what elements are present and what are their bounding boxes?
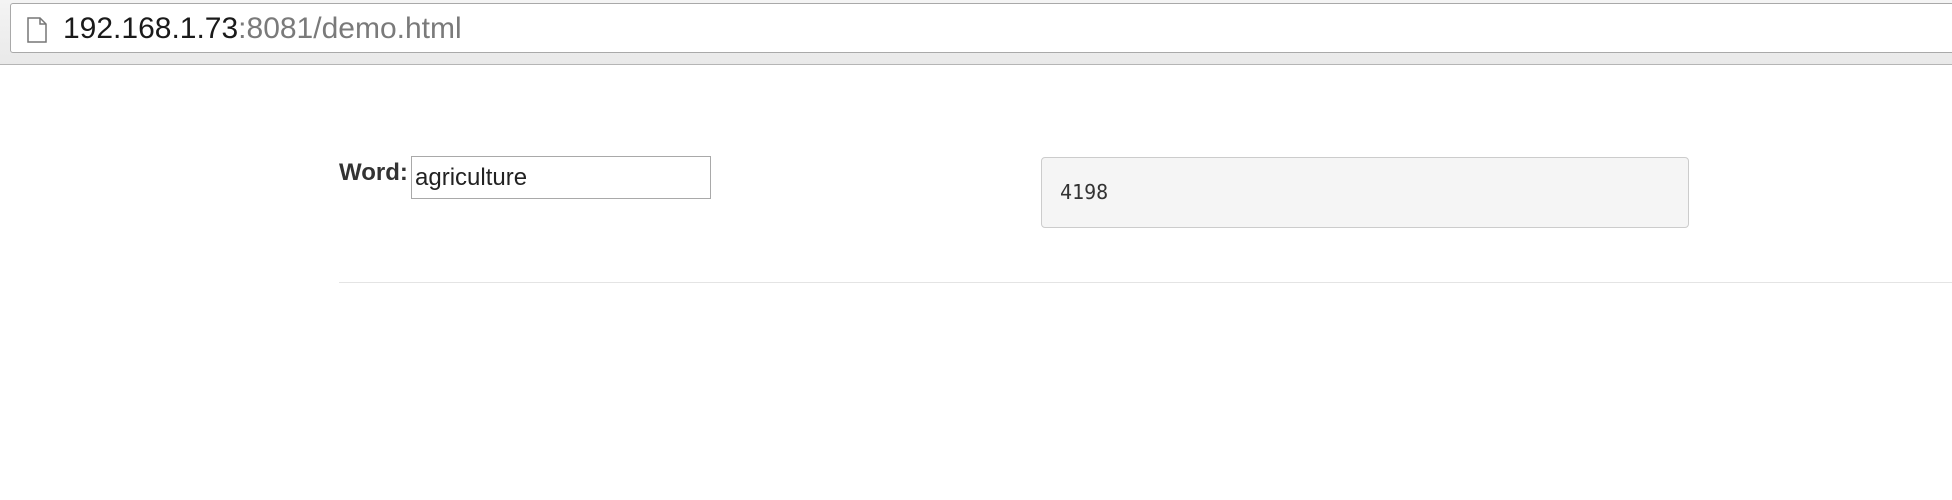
divider — [339, 282, 1952, 283]
word-input[interactable] — [411, 156, 711, 199]
browser-toolbar: 192.168.1.73:8081/demo.html — [0, 0, 1952, 65]
url-host: 192.168.1.73 — [63, 12, 239, 45]
url-path: :8081/demo.html — [238, 12, 462, 45]
word-label: Word: — [339, 159, 408, 186]
address-url[interactable]: 192.168.1.73:8081/demo.html — [63, 12, 462, 46]
document-icon — [27, 17, 47, 43]
result-output: 4198 — [1041, 157, 1689, 228]
page-content: Word: 4198 — [0, 65, 1952, 500]
address-bar[interactable]: 192.168.1.73:8081/demo.html — [10, 3, 1952, 53]
